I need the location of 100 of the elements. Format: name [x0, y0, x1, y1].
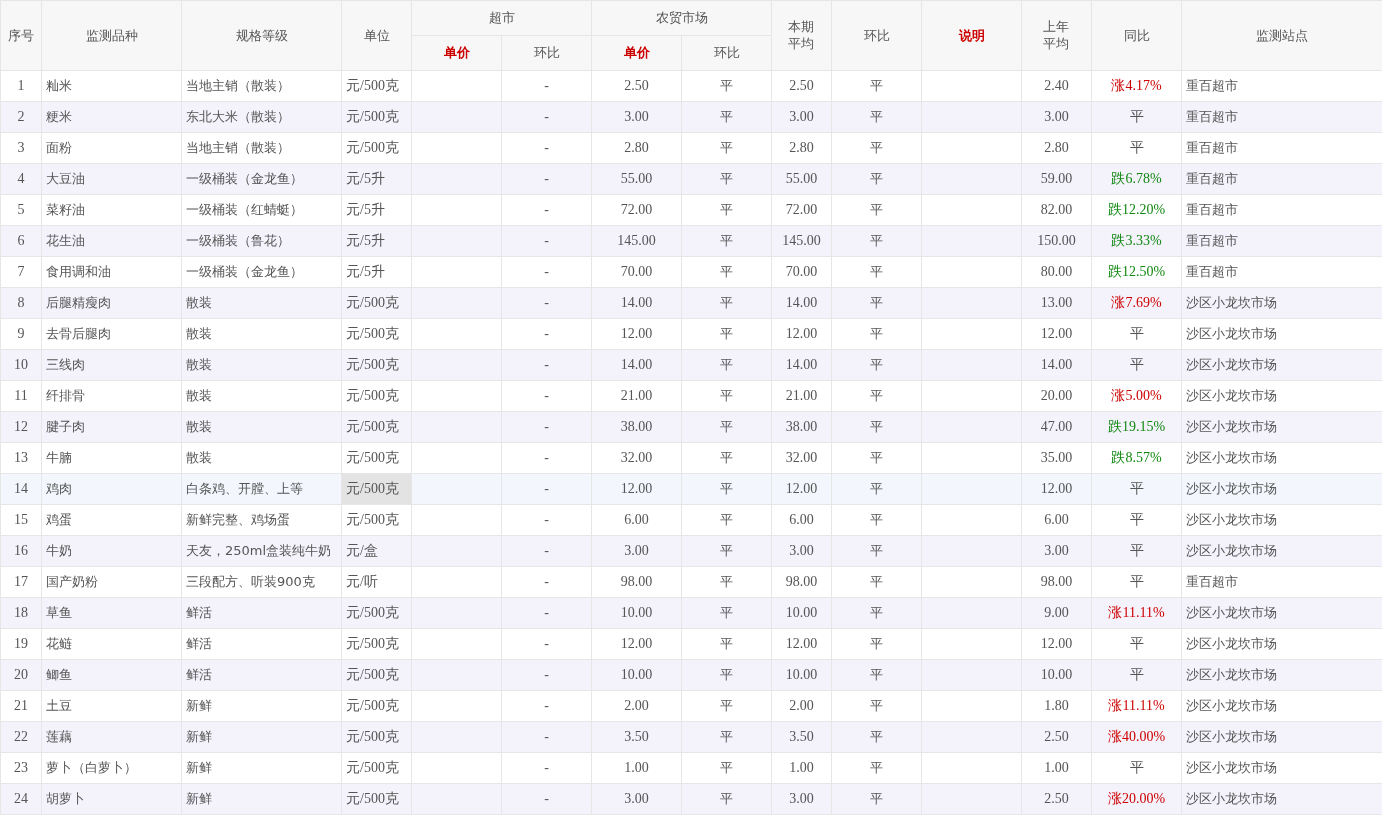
station-cell: 沙区小龙坎市场: [1181, 783, 1382, 815]
row-number: 18: [0, 597, 42, 629]
unit-cell: 元/500克: [341, 628, 412, 660]
average-cell: 35.00: [1021, 442, 1092, 474]
row-number: 21: [0, 690, 42, 722]
ratio-cell: 平: [831, 101, 922, 133]
price-cell: 38.00: [591, 411, 682, 443]
ratio-cell: 平: [831, 442, 922, 474]
unit-cell: 元/盒: [341, 535, 412, 567]
ratio-cell: -: [501, 349, 592, 381]
unit-cell: 元/500克: [341, 132, 412, 164]
yoy-cell: 平: [1091, 349, 1182, 381]
column-group-header: 农贸市场: [591, 0, 772, 36]
price-cell: 2.80: [591, 132, 682, 164]
product-name: 牛奶: [41, 535, 182, 567]
row-number: 16: [0, 535, 42, 567]
row-number: 5: [0, 194, 42, 226]
station-cell: 重百超市: [1181, 225, 1382, 257]
average-cell: 10.00: [771, 659, 832, 691]
average-cell: 3.00: [1021, 535, 1092, 567]
ratio-cell: 平: [681, 287, 772, 319]
ratio-cell: 平: [681, 628, 772, 660]
product-name: 牛腩: [41, 442, 182, 474]
ratio-cell: 平: [831, 721, 922, 753]
ratio-cell: -: [501, 566, 592, 598]
spec-cell: 新鲜: [181, 783, 342, 815]
row-number: 10: [0, 349, 42, 381]
row-number: 4: [0, 163, 42, 195]
price-cell: 2.50: [591, 70, 682, 102]
ratio-cell: 平: [831, 535, 922, 567]
ratio-cell: 平: [681, 132, 772, 164]
ratio-cell: 平: [681, 690, 772, 722]
ratio-cell: 平: [681, 473, 772, 505]
average-cell: 2.50: [771, 70, 832, 102]
price-cell: 98.00: [591, 566, 682, 598]
product-name: 三线肉: [41, 349, 182, 381]
ratio-cell: -: [501, 597, 592, 629]
row-number: 6: [0, 225, 42, 257]
spec-cell: 散装: [181, 380, 342, 412]
price-cell: 3.00: [591, 101, 682, 133]
spec-cell: 新鲜: [181, 752, 342, 784]
average-cell: 12.00: [771, 628, 832, 660]
ratio-cell: 平: [831, 597, 922, 629]
ratio-cell: 平: [831, 163, 922, 195]
ratio-cell: 平: [681, 504, 772, 536]
average-cell: 6.00: [771, 504, 832, 536]
ratio-cell: 平: [831, 628, 922, 660]
ratio-cell: -: [501, 721, 592, 753]
product-name: 花鲢: [41, 628, 182, 660]
yoy-cell: 跌19.15%: [1091, 411, 1182, 443]
average-cell: 2.80: [771, 132, 832, 164]
yoy-cell: 平: [1091, 752, 1182, 784]
product-name: 纤排骨: [41, 380, 182, 412]
ratio-cell: 平: [831, 256, 922, 288]
ratio-cell: 平: [831, 287, 922, 319]
column-header: 监测品种: [41, 0, 182, 71]
spec-cell: 东北大米（散装）: [181, 101, 342, 133]
average-cell: 2.50: [1021, 721, 1092, 753]
ratio-cell: 平: [831, 380, 922, 412]
spec-cell: 当地主销（散装）: [181, 132, 342, 164]
ratio-cell: 平: [831, 411, 922, 443]
yoy-cell: 跌12.20%: [1091, 194, 1182, 226]
ratio-cell: 平: [681, 256, 772, 288]
ratio-cell: 平: [831, 473, 922, 505]
ratio-cell: 平: [681, 101, 772, 133]
price-cell: 3.00: [591, 535, 682, 567]
unit-cell: 元/500克: [341, 597, 412, 629]
price-cell: 1.00: [591, 752, 682, 784]
unit-cell: 元/500克: [341, 659, 412, 691]
ratio-cell: 平: [831, 70, 922, 102]
ratio-cell: -: [501, 628, 592, 660]
product-name: 草鱼: [41, 597, 182, 629]
average-cell: 9.00: [1021, 597, 1092, 629]
station-cell: 沙区小龙坎市场: [1181, 721, 1382, 753]
ratio-cell: -: [501, 411, 592, 443]
unit-cell: 元/500克: [341, 442, 412, 474]
ratio-cell: 平: [681, 70, 772, 102]
row-number: 17: [0, 566, 42, 598]
ratio-cell: -: [501, 318, 592, 350]
average-cell: 1.80: [1021, 690, 1092, 722]
column-header: 环比: [501, 35, 592, 71]
average-cell: 3.00: [771, 783, 832, 815]
ratio-cell: 平: [681, 752, 772, 784]
row-number: 2: [0, 101, 42, 133]
ratio-cell: 平: [831, 132, 922, 164]
ratio-cell: -: [501, 225, 592, 257]
station-cell: 重百超市: [1181, 101, 1382, 133]
price-cell: 72.00: [591, 194, 682, 226]
spec-cell: 鲜活: [181, 659, 342, 691]
unit-cell: 元/500克: [341, 101, 412, 133]
average-cell: 72.00: [771, 194, 832, 226]
yoy-cell: 平: [1091, 318, 1182, 350]
ratio-cell: 平: [831, 659, 922, 691]
row-number: 7: [0, 256, 42, 288]
unit-cell: 元/500克: [341, 287, 412, 319]
product-name: 鸡肉: [41, 473, 182, 505]
column-header: 单价: [411, 35, 502, 71]
row-number: 8: [0, 287, 42, 319]
average-cell: 150.00: [1021, 225, 1092, 257]
unit-cell: 元/500克: [341, 504, 412, 536]
